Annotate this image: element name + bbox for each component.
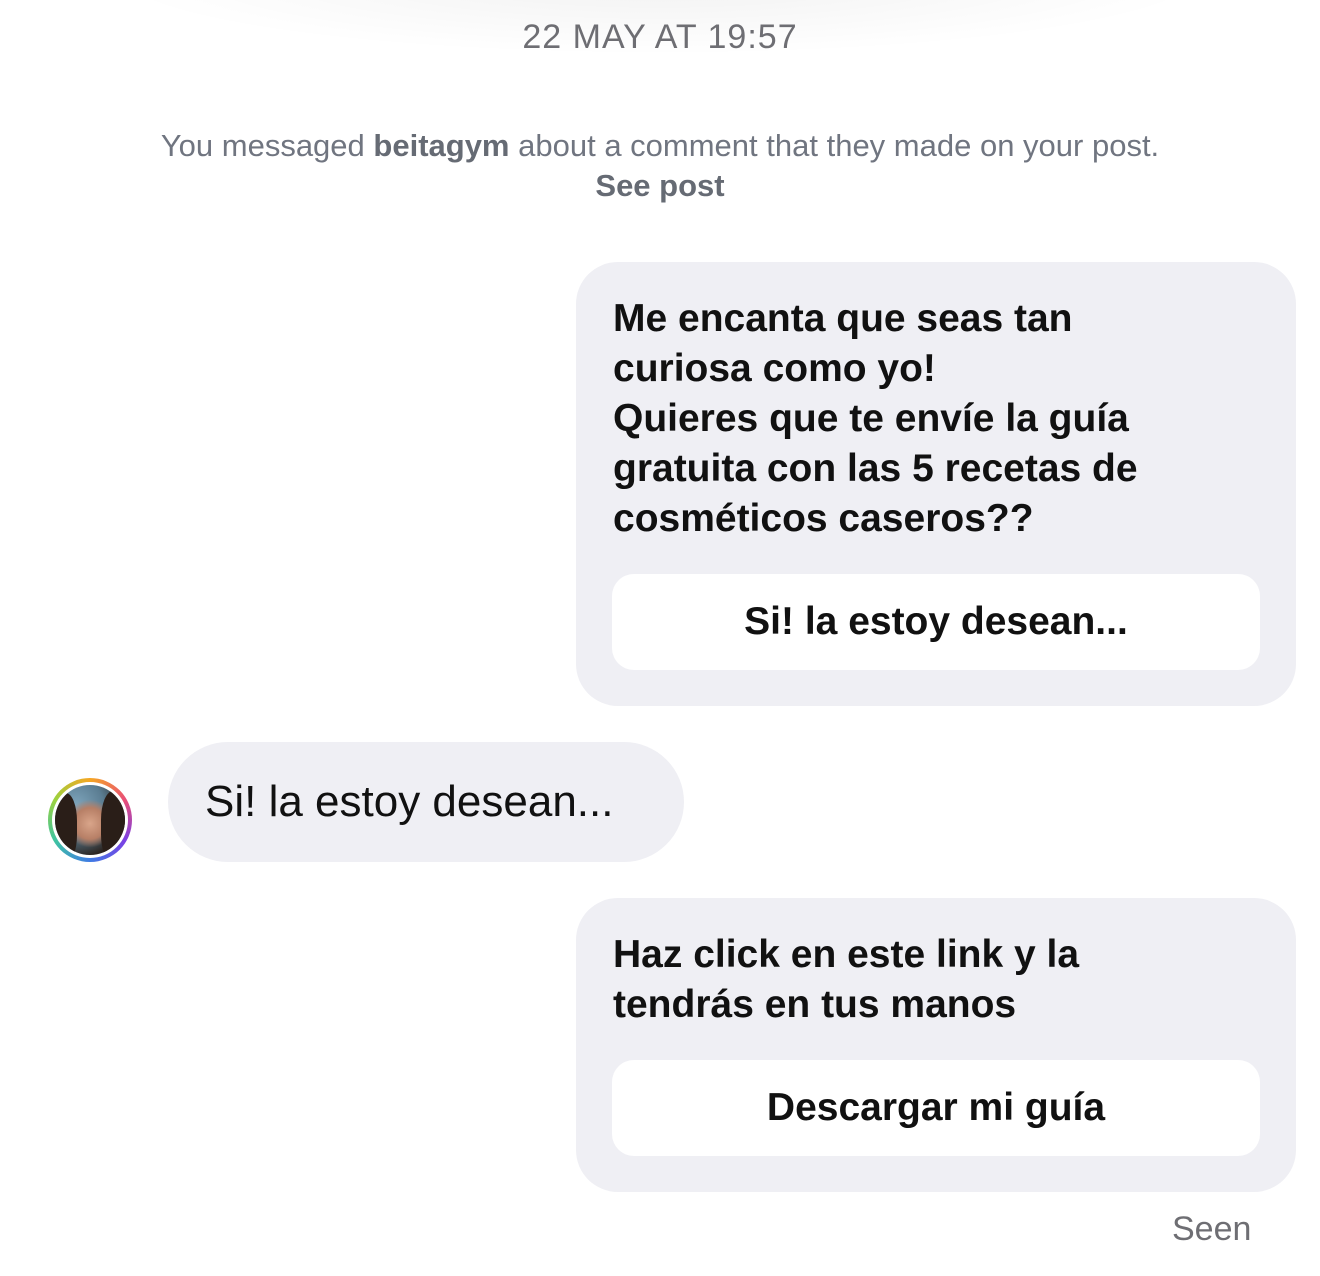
thread-timestamp: 22 MAY AT 19:57 xyxy=(522,18,798,56)
outgoing-message-bubble[interactable]: Haz click en este link y la tendrás en t… xyxy=(576,898,1296,1192)
download-guide-button[interactable]: Descargar mi guía xyxy=(612,1060,1260,1156)
incoming-message-bubble[interactable]: Si! la estoy desean... xyxy=(168,742,684,862)
seen-status: Seen xyxy=(1172,1210,1252,1248)
outgoing-message-bubble[interactable]: Me encanta que seas tan curiosa como yo!… xyxy=(576,262,1296,706)
see-post-link[interactable]: See post xyxy=(595,168,724,203)
context-note-username[interactable]: beitagym xyxy=(373,128,509,163)
avatar-ring xyxy=(52,782,128,858)
message-text: Si! la estoy desean... xyxy=(205,777,614,826)
message-text: Me encanta que seas tan curiosa como yo!… xyxy=(613,297,1138,540)
avatar-hair-left xyxy=(55,793,77,855)
context-note-middle: about a comment that they made on your p… xyxy=(509,128,1160,163)
context-note-prefix: You messaged xyxy=(160,128,374,163)
contact-avatar[interactable] xyxy=(48,778,132,862)
context-note: You messaged beitagym about a comment th… xyxy=(140,126,1180,206)
avatar-hair-right xyxy=(101,791,125,855)
message-text: Haz click en este link y la tendrás en t… xyxy=(613,933,1080,1026)
quick-reply-button[interactable]: Si! la estoy desean... xyxy=(612,574,1260,670)
profile-photo-avatar xyxy=(55,785,125,855)
